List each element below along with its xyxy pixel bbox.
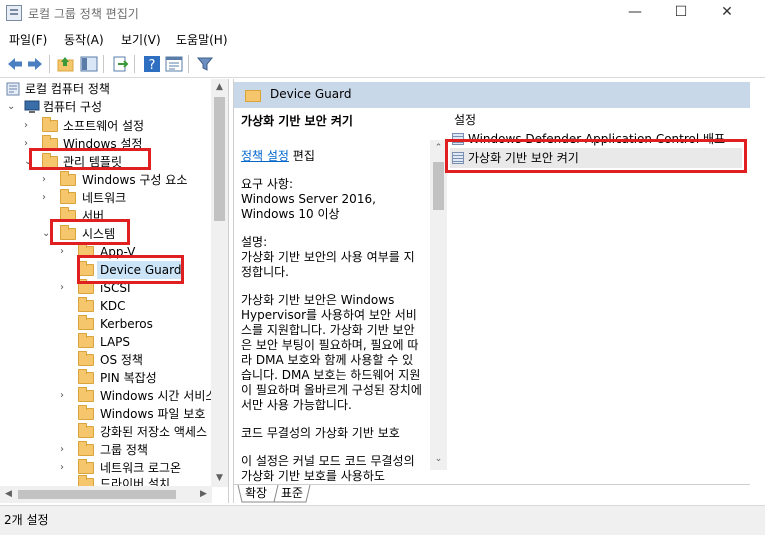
folder-icon: [78, 441, 94, 456]
folder-icon: [60, 189, 76, 204]
description-paragraph: 이 설정은 커널 모드 코드 무결성의 가상화 기반 보호를 사용하도: [241, 454, 415, 483]
tree-item-label: Kerberos: [100, 317, 153, 331]
toolbar-separator: [134, 55, 135, 73]
policy-editor-app-icon: [6, 5, 22, 21]
highlight-box-device-guard: [77, 255, 184, 284]
details-header-title: Device Guard: [270, 87, 352, 101]
menu-action[interactable]: 동작(A): [64, 31, 104, 48]
toolbar-separator: [188, 55, 189, 73]
highlight-box-vbs-setting: [445, 139, 747, 173]
computer-icon: [24, 100, 40, 113]
folder-icon: [78, 423, 94, 438]
toolbar-separator: [103, 55, 104, 73]
help-icon[interactable]: ?: [143, 55, 161, 73]
tree-item-label: 네트워크: [82, 191, 127, 205]
scroll-right-icon[interactable]: ▶: [195, 486, 212, 503]
tree-item-label: Windows 파일 보호: [100, 407, 206, 421]
chevron-right-icon[interactable]: ›: [60, 279, 70, 297]
scroll-up-icon[interactable]: ▲: [211, 79, 228, 96]
forward-arrow-icon[interactable]: [26, 55, 44, 73]
tree-item-label: 소프트웨어 설정: [63, 119, 145, 133]
chevron-down-icon[interactable]: ⌄: [7, 98, 17, 116]
chevron-right-icon[interactable]: ›: [60, 441, 70, 459]
menu-help[interactable]: 도움말(H): [176, 31, 228, 48]
chevron-right-icon[interactable]: ›: [60, 243, 70, 261]
folder-icon: [245, 90, 261, 102]
menu-file[interactable]: 파일(F): [9, 31, 47, 48]
description-text: 설명: 가상화 기반 보안의 사용 여부를 지정합니다.: [241, 235, 415, 279]
chevron-right-icon[interactable]: ›: [42, 171, 52, 189]
folder-icon: [78, 351, 94, 366]
description-panel: 가상화 기반 보안 켜기 정책 설정 편집 요구 사항: Windows Ser…: [234, 108, 430, 488]
tree-item-label: Windows 구성 요소: [82, 173, 188, 187]
properties-icon[interactable]: [165, 55, 183, 73]
show-hide-tree-icon[interactable]: [80, 55, 98, 73]
tree-horizontal-scrollbar[interactable]: ◀ ▶: [0, 486, 212, 503]
tree-item-label: LAPS: [100, 335, 131, 349]
details-header: Device Guard: [234, 82, 750, 108]
tree-item-label: 컴퓨터 구성: [43, 100, 103, 114]
window-title: 로컬 그룹 정책 편집기: [28, 7, 139, 21]
folder-icon: [78, 333, 94, 348]
chevron-right-icon[interactable]: ›: [42, 189, 52, 207]
status-text: 2개 설정: [4, 513, 49, 527]
scroll-thumb[interactable]: [214, 97, 225, 221]
up-folder-icon[interactable]: [57, 55, 75, 73]
folder-icon: [42, 117, 58, 132]
highlight-box-admin-templates: [29, 148, 151, 170]
chevron-right-icon[interactable]: ›: [60, 459, 70, 477]
tree-item-label: PIN 복잡성: [100, 371, 157, 385]
menu-bar: 파일(F) 동작(A) 보기(V) 도움말(H): [0, 26, 765, 50]
close-button[interactable]: ✕: [704, 0, 750, 26]
scroll-down-icon[interactable]: ▼: [211, 470, 228, 487]
settings-column-header[interactable]: 설정: [454, 111, 476, 128]
tree-item-label: Windows 시간 서비스: [100, 389, 217, 403]
folder-icon: [78, 369, 94, 384]
tree-vertical-scrollbar[interactable]: ▲ ▼: [211, 79, 228, 487]
tab-extended[interactable]: 확장: [242, 485, 270, 502]
filter-icon[interactable]: [196, 55, 214, 73]
scroll-thumb[interactable]: [18, 490, 176, 499]
maximize-button[interactable]: ☐: [658, 0, 704, 26]
description-scrollbar[interactable]: ⌃ ⌄: [430, 140, 447, 470]
toolbar: ?: [0, 50, 765, 78]
scroll-left-icon[interactable]: ◀: [0, 486, 17, 503]
tree-item-label: OS 정책: [100, 353, 143, 367]
tree-item-label: 로컬 컴퓨터 정책: [25, 82, 110, 96]
export-list-icon[interactable]: [111, 55, 129, 73]
policy-title: 가상화 기반 보안 켜기: [241, 114, 353, 128]
folder-icon: [78, 459, 94, 474]
chevron-right-icon[interactable]: ›: [60, 387, 70, 405]
tab-standard[interactable]: 표준: [278, 485, 306, 502]
title-bar: 로컬 그룹 정책 편집기 — ☐ ✕: [0, 0, 765, 26]
description-paragraph: 가상화 기반 보안은 Windows Hypervisor를 사용하여 보안 서…: [241, 293, 422, 412]
back-arrow-icon[interactable]: [6, 55, 24, 73]
folder-icon: [78, 315, 94, 330]
requirements-text: 요구 사항: Windows Server 2016, Windows 10 이…: [241, 177, 376, 221]
edit-suffix: 편집: [288, 149, 315, 163]
tree-item-label: 강화된 저장소 액세스: [100, 425, 207, 439]
minimize-button[interactable]: —: [612, 0, 658, 26]
tree-item-label: KDC: [100, 299, 126, 313]
scroll-thumb[interactable]: [433, 162, 444, 210]
toolbar-separator: [49, 55, 50, 73]
edit-policy-line: 정책 설정 편집: [241, 149, 424, 164]
tree-pane[interactable]: 로컬 컴퓨터 정책 ⌄ 컴퓨터 구성 › 소프트웨어 설정 › Windows …: [0, 79, 229, 503]
folder-icon: [78, 297, 94, 312]
menu-view[interactable]: 보기(V): [121, 31, 161, 48]
scroll-down-icon[interactable]: ⌄: [430, 451, 447, 468]
tree-item-label: 그룹 정책: [100, 443, 148, 457]
folder-icon: [78, 405, 94, 420]
chevron-right-icon[interactable]: ›: [24, 117, 34, 135]
edit-policy-link[interactable]: 정책 설정: [241, 149, 289, 163]
folder-icon: [78, 387, 94, 402]
folder-icon: [60, 171, 76, 186]
svg-text:?: ?: [149, 58, 156, 73]
highlight-box-system: [50, 219, 130, 245]
description-paragraph: 코드 무결성의 가상화 기반 보호: [241, 426, 400, 440]
policy-icon: [6, 82, 20, 96]
view-tabs: 확장 표준: [234, 484, 750, 503]
status-bar: 2개 설정: [0, 505, 765, 535]
